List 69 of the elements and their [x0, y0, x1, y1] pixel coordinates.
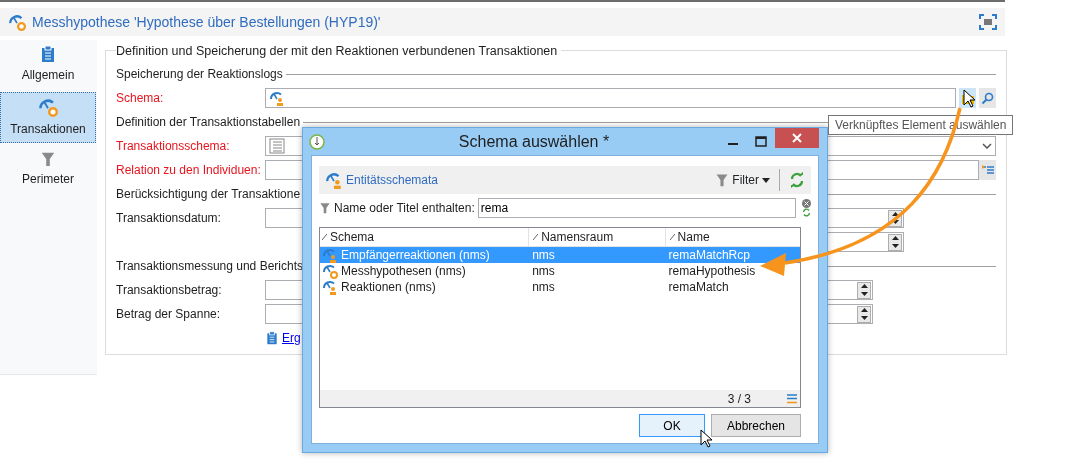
- column-header[interactable]: Name: [677, 228, 710, 246]
- table-row[interactable]: Reaktionen (nms) nms remaMatch: [320, 279, 800, 295]
- clipboard-icon: [265, 331, 279, 345]
- gauge-icon: [322, 263, 338, 279]
- sidebar-item[interactable]: Perimeter: [0, 146, 96, 193]
- filter-label: Name oder Titel enthalten:: [334, 200, 475, 217]
- sidebar-item[interactable]: Allgemein: [0, 40, 96, 89]
- table-cell-text: Empfängerreaktionen (nms): [341, 247, 490, 264]
- gauge-icon: [8, 13, 26, 31]
- list-button[interactable]: [979, 160, 996, 180]
- menu-icon[interactable]: [787, 393, 797, 404]
- link[interactable]: Erg: [282, 329, 301, 347]
- gauge-person-icon: [325, 171, 343, 189]
- table-cell-text: nms: [532, 279, 555, 296]
- gauge-icon: [38, 97, 58, 117]
- refresh-icon[interactable]: [789, 172, 805, 188]
- section-title: Definition der Transaktionstabellen: [116, 114, 301, 131]
- caret-icon: [982, 143, 992, 149]
- fullscreen-icon[interactable]: [979, 14, 997, 30]
- column-header[interactable]: Namensraum: [541, 228, 614, 246]
- clear-icon[interactable]: [802, 199, 811, 208]
- dialog-button[interactable]: OK: [639, 414, 705, 437]
- filter-field[interactable]: rema: [477, 198, 796, 218]
- dialog-button[interactable]: Abbrechen: [711, 414, 801, 437]
- spin-buttons[interactable]: [857, 305, 871, 323]
- clipboard-icon: [39, 45, 57, 63]
- table-cell-text: Reaktionen (nms): [341, 279, 436, 296]
- table-icon: [269, 138, 285, 154]
- field-label: Transaktionsbetrag:: [116, 283, 222, 297]
- refresh-icon[interactable]: [802, 208, 811, 217]
- gauge-person-icon: [322, 279, 338, 295]
- funnel-icon: [40, 151, 56, 167]
- table-cell-text: nms: [532, 263, 555, 280]
- field-label: Transaktionsschema:: [116, 139, 230, 153]
- sidebar-item[interactable]: Transaktionen: [0, 92, 96, 143]
- caret-icon: [762, 177, 770, 183]
- sort-icon: [669, 234, 675, 240]
- table-cell-text: remaHypothesis: [668, 263, 756, 280]
- column-header[interactable]: Schema: [330, 228, 375, 246]
- spin-buttons[interactable]: [888, 233, 902, 251]
- table-cell-text: remaMatch: [668, 279, 729, 296]
- schema-field[interactable]: [265, 88, 956, 108]
- spin-buttons[interactable]: [857, 281, 871, 299]
- section-title: Berücksichtigung der Transaktione: [116, 186, 301, 203]
- table-row[interactable]: Messhypothesen (nms) nms remaHypothesis: [320, 263, 800, 279]
- section-title: Speicherung der Reaktionslogs: [116, 66, 283, 83]
- close-icon[interactable]: [775, 128, 819, 148]
- record-count: 3 / 3: [727, 390, 751, 408]
- form-title: Messhypothese 'Hypothese über Bestellungen (HYP19)': [32, 12, 381, 32]
- sort-icon: [533, 234, 539, 240]
- field-label: Betrag der Spanne:: [116, 307, 221, 321]
- section-title: Transaktionsmessung und Berichts: [116, 258, 303, 275]
- table-cell-text: remaMatchRcp: [668, 247, 750, 264]
- cursor-icon: [963, 89, 977, 109]
- field-label: Schema:: [116, 91, 164, 105]
- funnel-icon: [715, 173, 730, 187]
- list-icon: [981, 165, 994, 177]
- gauge-person-icon: [269, 90, 285, 106]
- field-label: Relation zu den Individuen:: [116, 163, 261, 177]
- sort-icon: [322, 234, 327, 240]
- toolbar-title: Entitätsschemata: [346, 172, 440, 189]
- filter-button[interactable]: Filter: [715, 171, 770, 189]
- gauge-person-icon: [322, 247, 338, 263]
- table-cell-text: Messhypothesen (nms): [341, 263, 466, 280]
- funnel-icon: [319, 201, 331, 215]
- table-cell-text: nms: [532, 247, 555, 264]
- dialog-title: Schema auswählen *: [457, 131, 611, 152]
- app-icon: [309, 133, 325, 150]
- field-label: Transaktionsdatum:: [116, 211, 221, 225]
